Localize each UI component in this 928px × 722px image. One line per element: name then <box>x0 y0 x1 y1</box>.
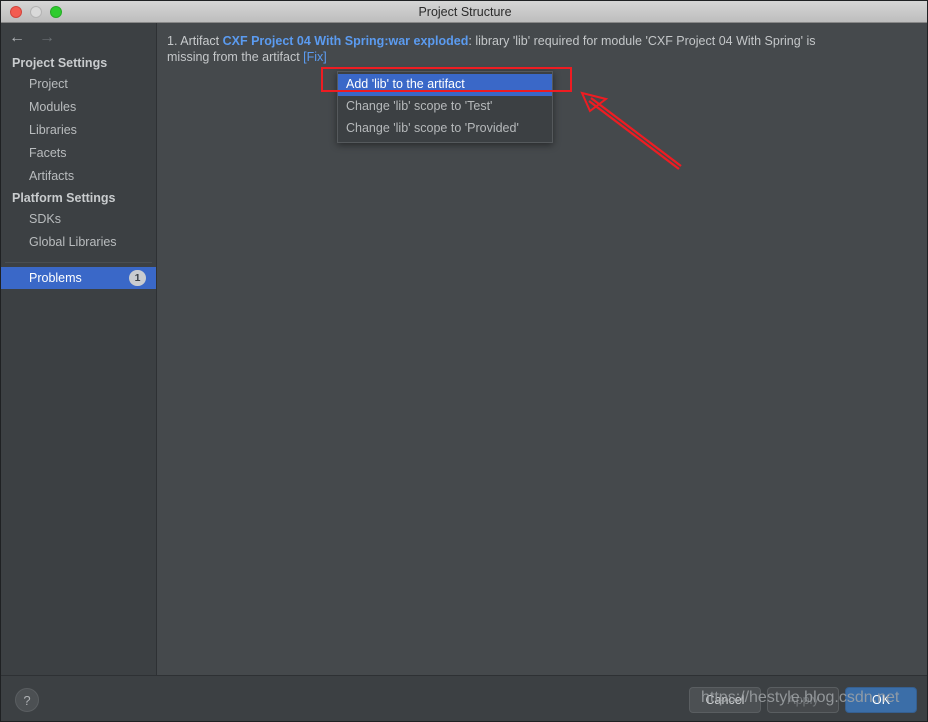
sidebar-group-title-project-settings: Project Settings <box>12 56 108 70</box>
fix-link[interactable]: [Fix] <box>303 50 327 64</box>
help-icon[interactable]: ? <box>15 688 39 712</box>
window-title: Project Structure <box>418 4 512 19</box>
sidebar-divider <box>5 262 152 263</box>
problem-number: 1. <box>167 34 178 48</box>
artifact-link[interactable]: CXF Project 04 With Spring:war exploded <box>223 34 469 48</box>
sidebar-item-libraries[interactable]: Libraries <box>1 119 156 142</box>
watermark-text: https://hestyle.blog.csdn.net <box>701 689 900 706</box>
navigation-arrows: ← → <box>1 23 156 53</box>
project-structure-dialog: Project Structure ← → Project Settings P… <box>0 0 928 722</box>
settings-sidebar: ← → Project Settings Project Modules Lib… <box>1 23 157 675</box>
quickfix-dropdown-menu: Add 'lib' to the artifact Change 'lib' s… <box>337 71 553 143</box>
problem-prefix: Artifact <box>180 34 223 48</box>
menu-item-add-lib-to-artifact[interactable]: Add 'lib' to the artifact <box>338 74 552 96</box>
menu-item-change-lib-scope-provided[interactable]: Change 'lib' scope to 'Provided' <box>338 118 552 140</box>
sidebar-item-sdks[interactable]: SDKs <box>1 208 156 231</box>
problem-entry: 1. Artifact CXF Project 04 With Spring:w… <box>167 33 920 65</box>
window-titlebar: Project Structure <box>1 1 927 23</box>
problems-count-badge: 1 <box>129 270 146 286</box>
sidebar-group-title-platform-settings: Platform Settings <box>12 191 116 205</box>
sidebar-item-problems[interactable]: Problems 1 <box>1 267 156 289</box>
menu-item-change-lib-scope-test[interactable]: Change 'lib' scope to 'Test' <box>338 96 552 118</box>
problems-panel: 1. Artifact CXF Project 04 With Spring:w… <box>157 23 927 675</box>
sidebar-item-project[interactable]: Project <box>1 73 156 96</box>
sidebar-item-facets[interactable]: Facets <box>1 142 156 165</box>
sidebar-item-label: Problems <box>29 270 82 285</box>
arrow-left-icon[interactable]: ← <box>9 30 25 46</box>
sidebar-item-modules[interactable]: Modules <box>1 96 156 119</box>
sidebar-item-global-libraries[interactable]: Global Libraries <box>1 231 156 254</box>
problem-message-line1: library 'lib' required for module 'CXF P… <box>475 34 816 48</box>
problem-message-line2: missing from the artifact <box>167 50 304 64</box>
sidebar-item-artifacts[interactable]: Artifacts <box>1 165 156 188</box>
arrow-right-icon[interactable]: → <box>39 30 55 46</box>
